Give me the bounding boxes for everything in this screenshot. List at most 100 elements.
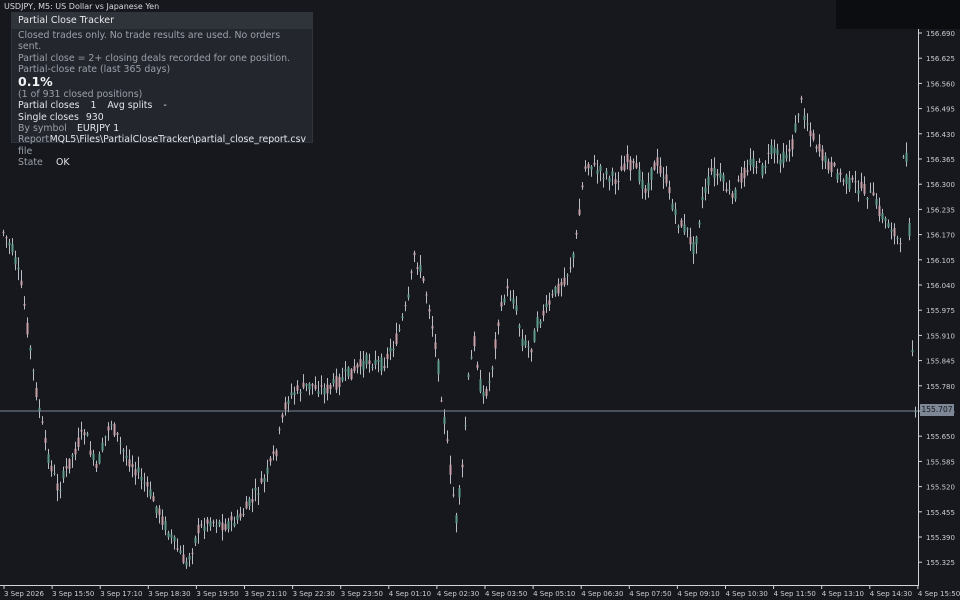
candle-body [155,506,158,514]
candle-body [743,167,746,179]
candle-body [842,180,845,182]
candle-body [860,181,863,189]
candle-body [815,146,818,149]
candle-body [107,426,110,431]
candle-body [578,209,581,215]
candle-body [725,189,728,191]
candle-body [896,237,899,239]
candle-body [383,366,386,369]
candle-body [365,354,368,365]
candle-body [587,164,590,169]
candle-body [74,448,77,455]
candle-body [326,384,329,394]
candle-body [818,143,821,152]
candle-body [353,366,356,371]
candle-body [266,467,269,474]
candle-body [119,443,122,445]
price-tick-label: 155.585 [926,458,955,466]
candle-body [788,148,791,152]
candle-body [824,155,827,163]
time-tick-label: 3 Sep 22:30 [293,590,335,598]
candle-body [437,360,440,375]
candle-body [173,536,176,542]
avg-splits-label: Avg splits [107,100,153,112]
candle-body [83,432,86,436]
candle-body [92,453,95,460]
candle-body [5,237,8,239]
candle-body [683,224,686,233]
candle-body [290,392,293,396]
candle-body [641,180,644,189]
candle-body [803,115,806,121]
candle-body [812,133,815,140]
candle-body [347,367,350,377]
price-tick-label: 155.910 [926,332,955,340]
candle-body [680,220,683,227]
candle-body [722,175,725,182]
candle-body [671,203,674,210]
candle-body [689,236,692,245]
time-tick-label: 4 Sep 09:10 [677,590,719,598]
candle-body [902,156,905,158]
candle-body [728,189,731,191]
candle-body [566,274,569,276]
candle-body [281,414,284,418]
candle-body [872,192,875,196]
candle-body [452,494,455,496]
candle-body [62,470,65,479]
candle-body [239,513,242,518]
candle-body [218,521,221,525]
candle-body [455,515,458,524]
candle-body [398,329,401,331]
info-line-2: Partial close = 2+ closing deals recorde… [18,52,291,64]
state-value: OK [56,156,70,168]
candle-body [518,325,521,328]
candle-body [701,196,704,201]
candle-body [314,385,317,389]
candle-body [749,159,752,166]
candle-body [71,454,74,457]
candle-body [2,231,5,233]
candle-body [593,162,596,165]
candle-body [692,241,695,254]
candle-body [251,499,254,503]
candle-body [572,253,575,258]
candle-body [260,478,263,483]
candle-body [608,178,611,182]
time-axis: 3 Sep 2026 3 Sep 15:50 3 Sep 17:10 3 Sep 18… [3,585,960,598]
avg-splits-value: - [163,100,167,112]
candle-body [434,342,437,349]
candle-body [209,521,212,527]
candle-body [908,223,911,237]
candle-body [284,402,287,410]
candle-body [470,356,473,359]
candle-body [263,478,266,482]
candle-body [404,305,407,307]
candle-body [194,537,197,543]
candle-body [464,425,467,427]
candle-body [515,305,518,311]
time-tick-label: 4 Sep 01:10 [389,590,431,598]
candle-body [797,114,800,116]
candle-body [845,175,848,185]
candle-body [584,166,587,169]
candle-body [104,436,107,438]
candle-body [77,437,80,447]
candle-body [80,429,83,432]
candle-body [59,490,62,492]
candle-body [599,165,602,172]
candle-body [548,300,551,305]
candle-body [674,209,677,215]
candle-body [698,222,701,225]
candle-body [197,524,200,534]
candle-body [893,228,896,237]
candle-body [293,392,296,395]
candle-body [407,294,410,298]
panel-title: Partial Close Tracker [12,13,312,29]
price-tick-label: 156.300 [926,181,955,189]
candle-body [323,388,326,395]
candle-body [878,205,881,217]
candle-body [47,454,50,464]
candle-body [356,364,359,368]
price-tick-label: 156.105 [926,257,955,265]
